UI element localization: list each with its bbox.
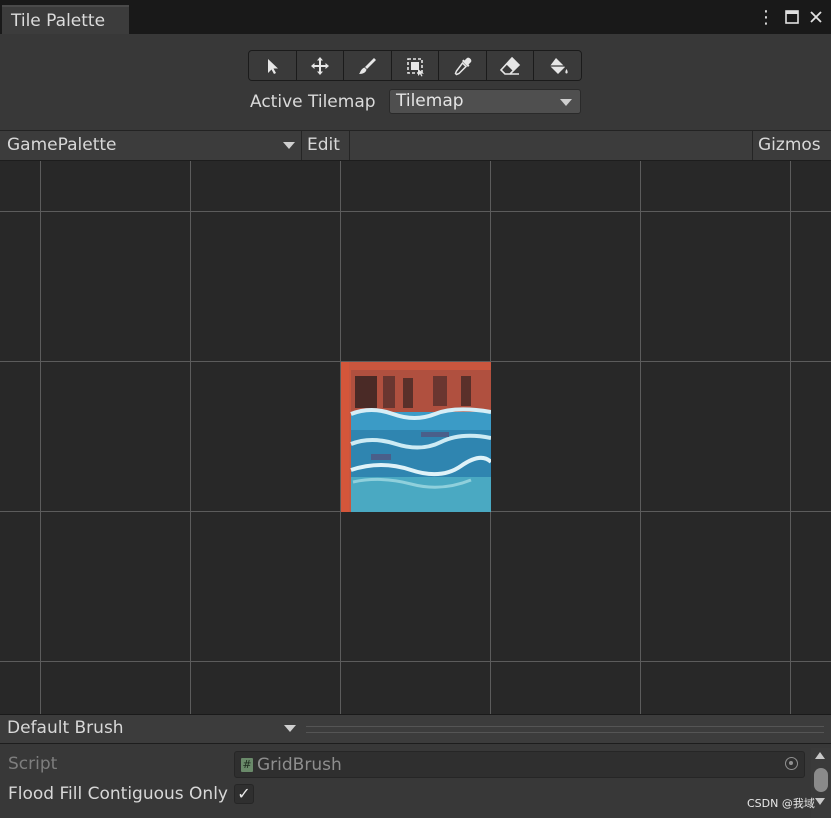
active-tilemap-value: Tilemap xyxy=(396,91,464,111)
flood-fill-label: Flood Fill Contiguous Only xyxy=(8,784,228,804)
close-icon[interactable] xyxy=(809,10,823,24)
chevron-down-icon xyxy=(284,725,296,732)
fill-tool-button[interactable] xyxy=(534,51,581,80)
brush-icon xyxy=(359,57,377,74)
edit-label: Edit xyxy=(307,135,340,155)
panel-splitter[interactable] xyxy=(306,726,824,733)
maximize-icon[interactable] xyxy=(785,10,799,24)
toolbar-area xyxy=(0,34,831,130)
watermark: CSDN @我域 xyxy=(747,797,815,810)
script-value: GridBrush xyxy=(257,755,342,775)
pick-tool-button[interactable] xyxy=(439,51,487,80)
gizmos-button[interactable]: Gizmos xyxy=(752,131,831,160)
move-icon xyxy=(310,56,329,75)
window-controls: ⋮ xyxy=(757,6,823,28)
scroll-up-icon[interactable] xyxy=(815,752,825,759)
select-tool-button[interactable] xyxy=(249,51,297,80)
eraser-icon xyxy=(500,56,521,75)
script-field[interactable]: # GridBrush xyxy=(234,751,805,778)
palette-value: GamePalette xyxy=(7,135,117,155)
active-tilemap-dropdown[interactable]: Tilemap xyxy=(389,89,581,114)
brush-row: Default Brush xyxy=(0,714,831,744)
edit-button[interactable]: Edit xyxy=(302,131,350,160)
script-file-icon: # xyxy=(241,758,253,772)
grid-line xyxy=(190,161,191,714)
move-tool-button[interactable] xyxy=(296,51,345,80)
script-label: Script xyxy=(8,754,58,774)
more-vert-icon[interactable]: ⋮ xyxy=(757,7,775,28)
paint-tool-button[interactable] xyxy=(344,51,392,80)
checkmark-icon: ✓ xyxy=(237,784,251,803)
window-tab-bar: Tile Palette ⋮ xyxy=(0,0,831,34)
chevron-down-icon xyxy=(283,142,295,149)
box-fill-tool-button[interactable] xyxy=(391,51,440,80)
gizmos-label: Gizmos xyxy=(758,135,821,155)
grid-line xyxy=(40,161,41,714)
tab-title: Tile Palette xyxy=(11,11,106,31)
flood-fill-checkbox[interactable]: ✓ xyxy=(234,784,254,804)
chevron-down-icon xyxy=(560,99,572,106)
grid-line xyxy=(0,211,831,212)
pointer-icon xyxy=(268,58,279,74)
brush-dropdown[interactable]: Default Brush xyxy=(0,715,300,743)
grid-line xyxy=(640,161,641,714)
bucket-fill-icon xyxy=(549,57,568,74)
box-select-icon xyxy=(407,57,425,76)
grid-line xyxy=(0,661,831,662)
palette-grid[interactable] xyxy=(0,161,831,714)
active-tilemap-label: Active Tilemap xyxy=(250,92,376,112)
eyedropper-icon xyxy=(454,57,471,75)
tab-tile-palette[interactable]: Tile Palette xyxy=(2,5,129,34)
scroll-down-icon[interactable] xyxy=(815,798,825,805)
palette-header-row: GamePalette Edit Gizmos xyxy=(0,130,831,161)
brush-value: Default Brush xyxy=(7,718,124,738)
grid-line xyxy=(790,161,791,714)
water-tile[interactable] xyxy=(341,362,491,512)
palette-dropdown[interactable]: GamePalette xyxy=(0,131,302,160)
erase-tool-button[interactable] xyxy=(486,51,535,80)
scroll-thumb[interactable] xyxy=(814,768,828,792)
object-picker-icon[interactable] xyxy=(785,757,798,770)
tool-strip xyxy=(248,50,582,81)
